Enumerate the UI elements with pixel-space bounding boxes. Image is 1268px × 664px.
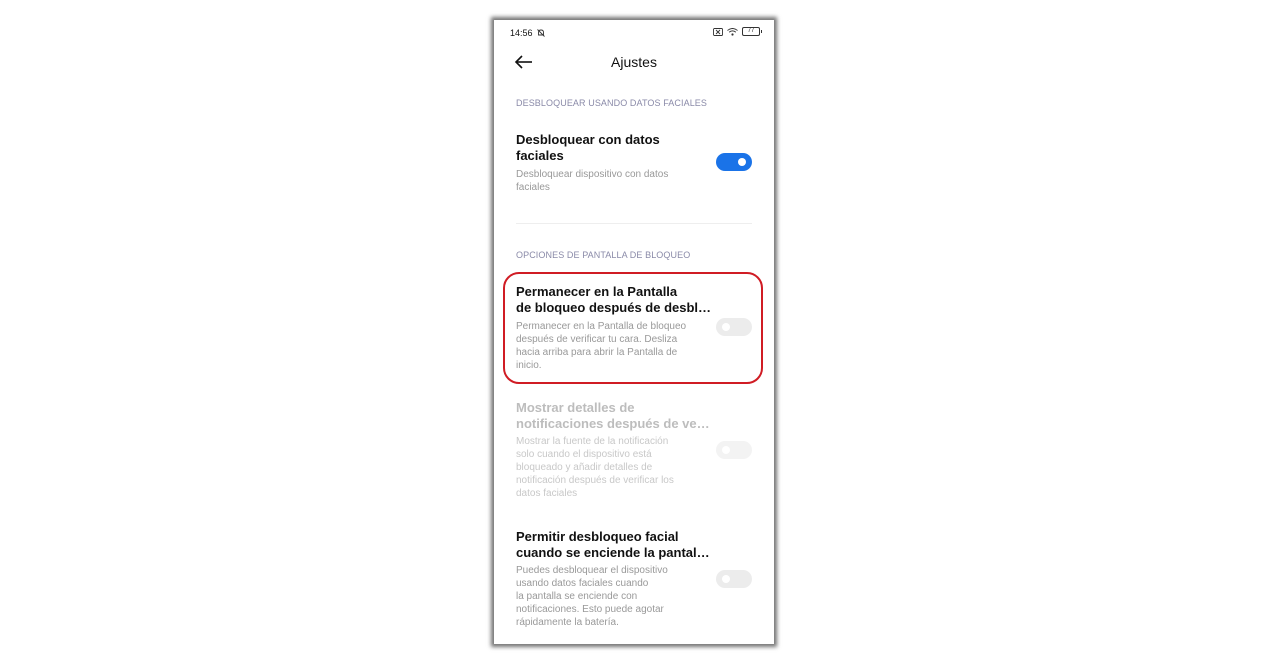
item-description: Puedes desbloquear el dispositivo usando… bbox=[516, 565, 668, 628]
section-label-face-unlock: DESBLOQUEAR USANDO DATOS FACIALES bbox=[516, 98, 708, 108]
bell-off-icon bbox=[537, 29, 545, 37]
status-time: 14:56 bbox=[510, 28, 533, 38]
status-icons: 77 bbox=[713, 27, 762, 36]
item-title: Mostrar detalles de notificaciones despu… bbox=[516, 400, 710, 431]
wifi-icon bbox=[727, 27, 738, 36]
item-description: Desbloquear dispositivo con datos facial… bbox=[516, 169, 669, 193]
status-bar: 14:56 77 bbox=[494, 20, 774, 46]
item-title: Permitir desbloqueo facial cuando se enc… bbox=[516, 529, 710, 560]
toggle-face-unlock[interactable] bbox=[716, 153, 752, 171]
divider bbox=[516, 223, 752, 224]
item-description: Mostrar la fuente de la notificación sol… bbox=[516, 436, 674, 499]
battery-icon: 77 bbox=[742, 27, 762, 36]
item-title: Desbloquear con datos faciales bbox=[516, 132, 660, 163]
section-label-lock-screen: OPCIONES DE PANTALLA DE BLOQUEO bbox=[516, 250, 691, 260]
header: Ajustes bbox=[494, 50, 774, 76]
sim-off-icon bbox=[713, 27, 723, 36]
toggle-unlock-when-screen-on[interactable] bbox=[716, 570, 752, 588]
highlight-annotation bbox=[503, 272, 763, 384]
toggle-show-notification-details bbox=[716, 441, 752, 459]
page-title: Ajustes bbox=[611, 54, 657, 70]
